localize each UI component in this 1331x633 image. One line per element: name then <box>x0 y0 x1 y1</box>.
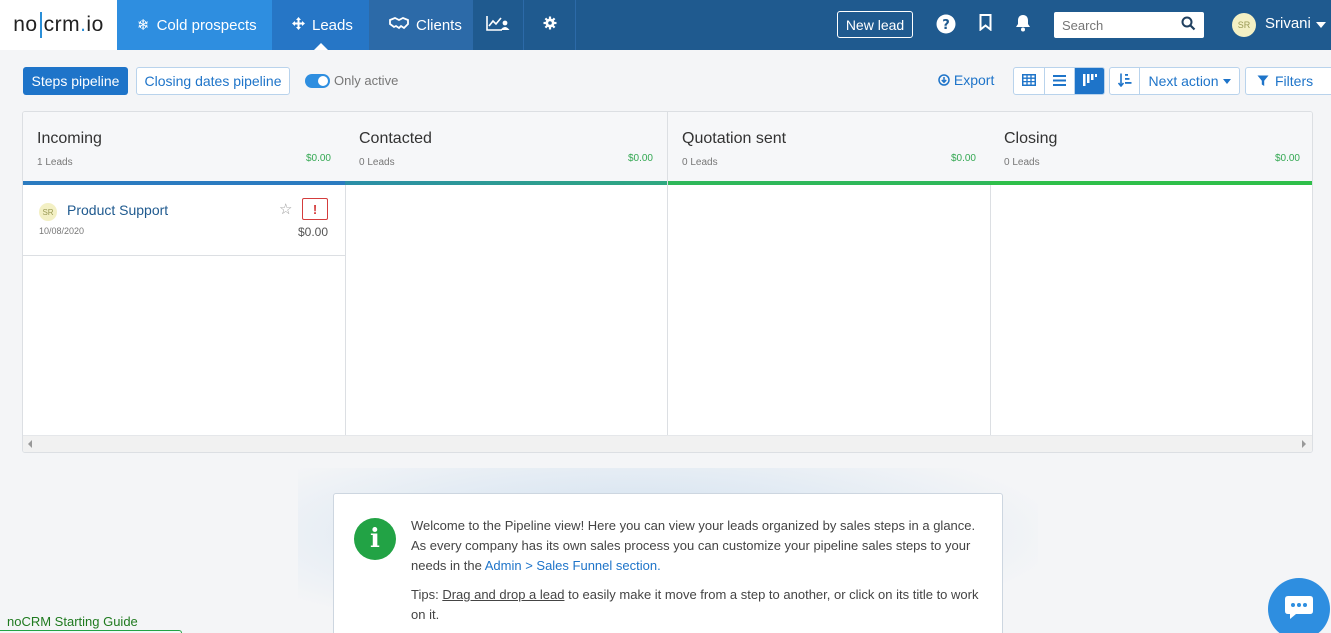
nav-settings[interactable] <box>524 0 576 50</box>
lead-card[interactable]: SR Product Support 10/08/2020 ☆ ! $0.00 <box>23 185 345 256</box>
chat-bubble-icon <box>1283 594 1315 625</box>
table-grid-icon <box>1022 73 1036 89</box>
snowflake-icon: ❄ <box>137 17 150 34</box>
logo-text-tld: io <box>86 13 104 36</box>
pipeline-column-incoming: Incoming 1 Leads $0.00 SR Product Suppor… <box>23 112 346 436</box>
table-view-button[interactable] <box>1014 68 1044 94</box>
list-icon <box>1053 73 1066 89</box>
nocrm-logo[interactable]: no crm. io <box>0 0 117 50</box>
column-header: Incoming 1 Leads $0.00 <box>23 112 345 185</box>
user-name[interactable]: Srivani <box>1265 15 1311 32</box>
export-button[interactable]: Export <box>938 72 994 88</box>
column-title: Incoming <box>37 130 102 147</box>
chart-user-icon <box>486 15 510 35</box>
pipeline-board: Incoming 1 Leads $0.00 SR Product Suppor… <box>22 111 1313 453</box>
export-label: Export <box>953 72 995 88</box>
only-active-label: Only active <box>334 73 399 88</box>
help-icon[interactable]: ? <box>935 14 957 40</box>
nav-cold-prospects[interactable]: ❄ Cold prospects <box>117 0 272 50</box>
bookmark-icon[interactable] <box>974 14 996 37</box>
tips-line: Tips: Drag and drop a lead to easily mak… <box>411 585 981 625</box>
user-avatar[interactable]: SR <box>1232 13 1256 37</box>
search-input[interactable] <box>1062 17 1180 33</box>
column-color-strip <box>668 181 990 185</box>
nav-leads[interactable]: Leads <box>272 0 369 50</box>
nav-statistics[interactable] <box>472 0 524 50</box>
nav-leads-label: Leads <box>312 16 353 34</box>
column-color-strip <box>345 181 667 185</box>
next-action-label: Next action <box>1148 73 1219 89</box>
logo-bar <box>39 12 42 38</box>
crosshair-icon <box>292 16 305 34</box>
column-amount: $0.00 <box>627 153 653 164</box>
next-action-dropdown[interactable]: Next action <box>1140 68 1239 94</box>
pipeline-column-quotation-sent: Quotation sent 0 Leads $0.00 <box>668 112 991 436</box>
filter-icon <box>1257 73 1275 89</box>
tips-label: Tips: <box>411 587 443 602</box>
sort-order-button[interactable] <box>1110 68 1140 94</box>
gear-icon <box>543 16 557 34</box>
caret-down-icon <box>1222 78 1231 84</box>
lead-title-link[interactable]: Product Support <box>67 202 168 218</box>
starting-guide-link[interactable]: noCRM Starting Guide <box>7 614 138 629</box>
list-view-button[interactable] <box>1044 68 1074 94</box>
star-icon[interactable]: ☆ <box>279 200 292 218</box>
filters-label: Filters <box>1275 73 1314 89</box>
pipeline-view-button[interactable] <box>1074 68 1104 94</box>
bell-icon[interactable] <box>1012 14 1034 38</box>
svg-text:?: ? <box>942 18 950 33</box>
column-lead-count: 0 Leads <box>682 157 718 168</box>
horizontal-scrollbar[interactable] <box>23 435 1312 452</box>
sort-control: Next action <box>1109 67 1240 95</box>
top-navbar: no crm. io ❄ Cold prospects Leads Clients … <box>0 0 1331 50</box>
logo-text-right: crm <box>43 13 81 36</box>
alert-button[interactable]: ! <box>302 198 328 220</box>
column-lead-count: 0 Leads <box>1004 157 1040 168</box>
welcome-text: Welcome to the Pipeline view! Here you c… <box>411 516 981 625</box>
nav-clients[interactable]: Clients <box>369 0 472 50</box>
lead-date: 10/08/2020 <box>39 226 85 236</box>
admin-sales-funnel-link[interactable]: Admin > Sales Funnel section. <box>485 558 661 573</box>
closing-dates-pipeline-button[interactable]: Closing dates pipeline <box>136 67 290 95</box>
handshake-icon <box>389 16 409 34</box>
lead-amount: $0.00 <box>297 225 328 239</box>
nav-cold-prospects-label: Cold prospects <box>156 16 257 34</box>
only-active-toggle[interactable] <box>305 74 330 88</box>
sort-amount-icon <box>1117 73 1132 90</box>
column-amount: $0.00 <box>1274 153 1300 164</box>
drag-and-drop-link[interactable]: Drag and drop a lead <box>442 587 564 602</box>
search-icon[interactable] <box>1181 16 1196 34</box>
column-amount: $0.00 <box>950 153 976 164</box>
download-icon <box>938 72 954 88</box>
pipeline-welcome-panel: i Welcome to the Pipeline view! Here you… <box>333 493 1003 633</box>
scroll-left-icon[interactable] <box>28 440 32 448</box>
column-title: Contacted <box>359 130 432 147</box>
welcome-line-1: Welcome to the Pipeline view! Here you c… <box>411 518 976 533</box>
column-lead-count: 1 Leads <box>37 157 73 168</box>
pipeline-columns-icon <box>1082 73 1097 89</box>
nav-clients-label: Clients <box>416 16 462 34</box>
info-icon: i <box>354 518 396 560</box>
logo-text-left: no <box>13 13 38 36</box>
filters-button[interactable]: Filters <box>1245 67 1331 95</box>
scroll-right-icon[interactable] <box>1302 440 1306 448</box>
column-amount: $0.00 <box>305 153 331 164</box>
pipeline-column-contacted: Contacted 0 Leads $0.00 <box>345 112 668 436</box>
search-box[interactable] <box>1054 12 1204 38</box>
column-title: Closing <box>1004 130 1058 147</box>
chat-button[interactable] <box>1268 578 1330 633</box>
welcome-line-2: As every company has its own sales proce… <box>411 536 981 576</box>
column-header: Contacted 0 Leads $0.00 <box>345 112 667 185</box>
column-color-strip <box>990 181 1312 185</box>
new-lead-button[interactable]: New lead <box>837 11 913 38</box>
column-title: Quotation sent <box>682 130 787 147</box>
column-lead-count: 0 Leads <box>359 157 395 168</box>
view-switcher <box>1013 67 1105 95</box>
chevron-down-icon[interactable] <box>1316 22 1326 28</box>
steps-pipeline-button[interactable]: Steps pipeline <box>23 67 128 95</box>
pipeline-column-closing: Closing 0 Leads $0.00 <box>990 112 1312 436</box>
column-header: Closing 0 Leads $0.00 <box>990 112 1312 185</box>
column-header: Quotation sent 0 Leads $0.00 <box>668 112 990 185</box>
lead-owner-avatar: SR <box>39 203 57 221</box>
